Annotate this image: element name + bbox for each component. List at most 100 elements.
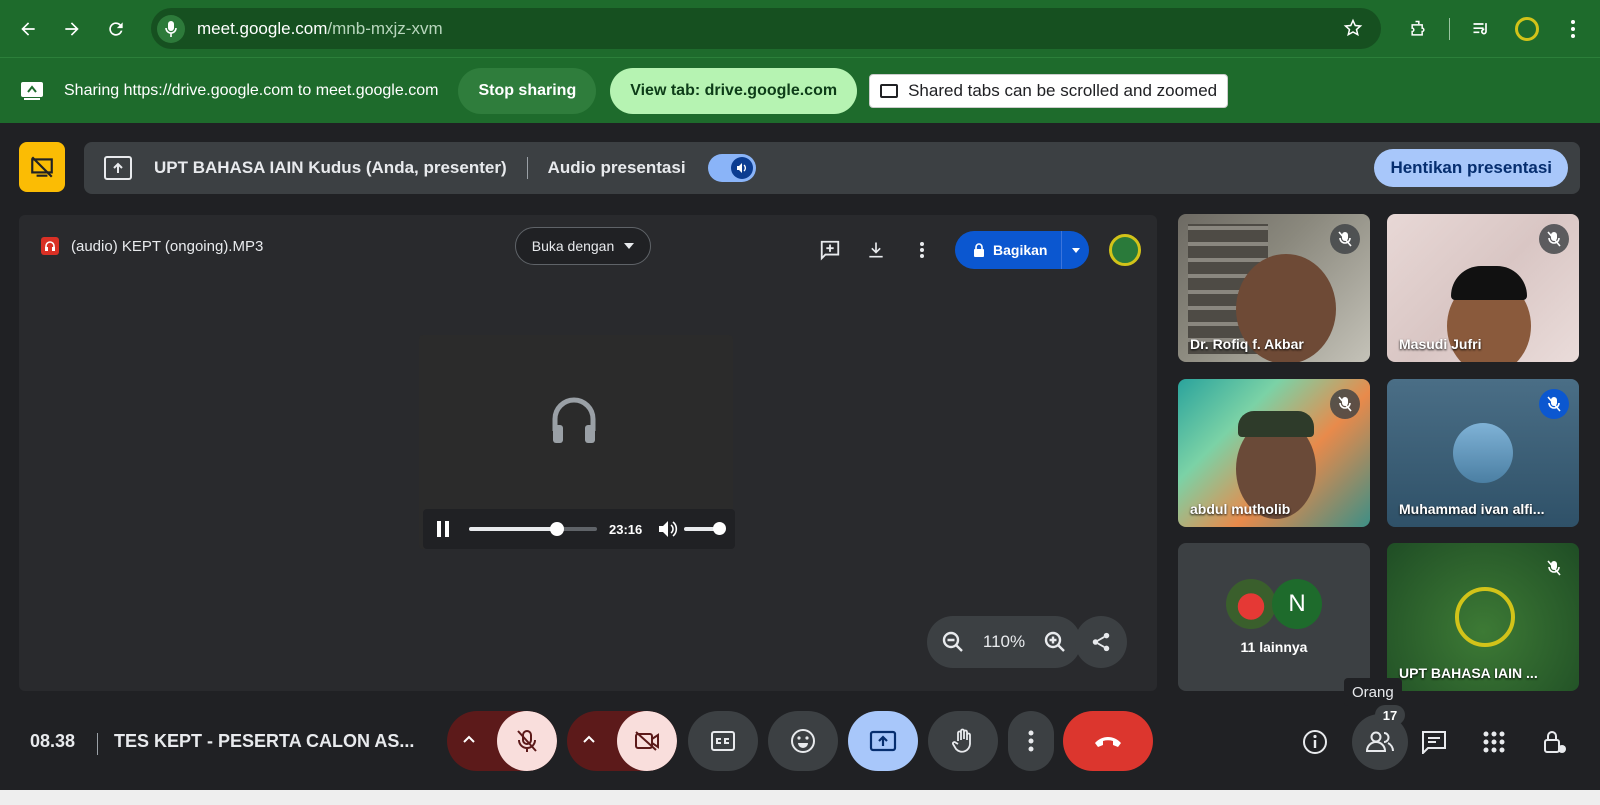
playback-time: 23:16 [609,521,643,537]
divider [97,733,98,755]
audio-file-icon [41,237,59,255]
participant-name: Dr. Rofiq f. Akbar [1190,336,1304,352]
participant-avatar [1453,423,1513,483]
mic-off-icon [1539,224,1569,254]
audio-control-group [447,711,557,771]
share-caret-icon[interactable] [1072,247,1081,253]
extensions-icon[interactable] [1395,6,1441,52]
stop-sharing-button[interactable]: Stop sharing [458,67,597,114]
emoji-icon [791,729,815,753]
mic-off-button[interactable] [497,711,557,771]
participant-tile[interactable]: UPT BAHASA IAIN ... [1387,543,1579,691]
chevron-up-icon[interactable] [461,729,477,749]
presentation-off-icon[interactable] [19,142,65,192]
others-avatars: N [1226,579,1322,629]
captions-button[interactable] [688,711,758,771]
others-tile[interactable]: N 11 lainnya [1178,543,1370,691]
audio-presentation-label: Audio presentasi [547,158,686,177]
camera-off-button[interactable] [617,711,677,771]
drive-toolbar: Bagikan [807,231,1141,269]
speaker-icon [730,157,753,179]
volume-icon[interactable] [658,520,678,538]
zoom-in-icon[interactable] [1043,630,1067,654]
shared-drive-view: (audio) KEPT (ongoing).MP3 Buka dengan B… [19,215,1157,691]
share-network-icon[interactable] [1075,616,1127,668]
stop-presenting-button[interactable]: Hentikan presentasi [1374,149,1568,187]
participant-tile[interactable]: Masudi Jufri [1387,214,1579,362]
people-count-badge: 17 [1375,705,1405,725]
participant-name: abdul mutholib [1190,501,1291,517]
sharing-message: Sharing https://drive.google.com to meet… [64,81,439,99]
presentation-row: UPT BAHASA IAIN Kudus (Anda, presenter) … [0,142,1600,194]
mic-off-icon [1330,389,1360,419]
zoom-level: 110% [982,632,1026,651]
view-tab-button[interactable]: View tab: drive.google.com [610,67,858,114]
mic-off-icon [1539,553,1569,583]
caret-down-icon [624,243,635,249]
host-controls-icon[interactable] [1533,720,1577,764]
forward-icon[interactable] [50,7,94,51]
participant-name: Muhammad ivan alfi... [1399,501,1545,517]
browser-menu-icon[interactable] [1550,6,1596,52]
lock-icon [974,243,984,257]
more-actions-icon[interactable] [899,234,945,266]
meeting-details-icon[interactable] [1293,720,1337,764]
meeting-controls-bar: 08.38 TES KEPT - PESERTA CALON AS... [0,700,1600,780]
zoom-out-icon[interactable] [941,630,965,654]
hang-up-icon [1095,737,1121,747]
present-now-button[interactable] [848,711,918,771]
open-with-dropdown[interactable]: Buka dengan [515,227,651,265]
player-controls: 23:16 [423,509,735,549]
meeting-title: TES KEPT - PESERTA CALON AS... [114,731,415,751]
more-vert-icon [1028,730,1034,752]
leave-call-button[interactable] [1063,711,1153,771]
address-bar[interactable]: meet.google.com/mnb-mxjz-xvm [151,8,1381,49]
meeting-clock: 08.38 [30,731,76,751]
profile-avatar[interactable] [1504,6,1550,52]
audio-presentation-toggle[interactable] [707,154,756,182]
present-upload-icon [104,156,132,180]
more-options-button[interactable] [1008,711,1054,771]
tab-sharing-bar: Sharing https://drive.google.com to meet… [0,57,1600,123]
raise-hand-button[interactable] [928,711,998,771]
add-comment-icon[interactable] [807,234,853,266]
volume-slider[interactable] [684,522,727,535]
screen-share-icon [21,81,43,100]
site-info-icon[interactable] [157,14,185,43]
participant-tile[interactable]: Muhammad ivan alfi... [1387,379,1579,527]
bookmark-star-icon[interactable] [1343,18,1363,38]
file-header: (audio) KEPT (ongoing).MP3 [41,237,263,255]
mic-off-icon [1330,224,1360,254]
file-name: (audio) KEPT (ongoing).MP3 [71,237,264,255]
participant-name: Masudi Jufri [1399,336,1482,352]
participant-tile[interactable]: abdul mutholib [1178,379,1370,527]
reload-icon[interactable] [94,7,138,51]
account-avatar[interactable] [1109,234,1141,266]
captions-icon [711,731,735,751]
chevron-up-icon[interactable] [581,729,597,749]
mic-off-icon [1539,389,1569,419]
chat-icon[interactable] [1412,720,1456,764]
present-icon [869,730,897,752]
back-icon[interactable] [6,7,50,51]
media-control-icon[interactable] [1458,6,1504,52]
participant-avatar [1455,587,1515,647]
participant-avatar: N [1272,579,1322,629]
headphones-icon [552,397,596,443]
scroll-zoom-note: Shared tabs can be scrolled and zoomed [869,73,1229,108]
participant-name: UPT BAHASA IAIN ... [1399,665,1538,681]
hand-icon [952,728,971,753]
zoom-control: 110% [927,616,1081,668]
seek-bar[interactable] [469,522,597,536]
mic-off-icon [517,730,537,752]
presenter-title: UPT BAHASA IAIN Kudus (Anda, presenter) [154,158,507,177]
participant-tile[interactable]: Dr. Rofiq f. Akbar [1178,214,1370,362]
activities-icon[interactable] [1472,720,1516,764]
download-icon[interactable] [853,234,899,266]
os-taskbar [0,790,1600,805]
participant-avatar [1226,579,1276,629]
share-button[interactable]: Bagikan [955,231,1089,269]
browser-actions [1395,0,1600,57]
pause-icon[interactable] [437,521,449,537]
reactions-button[interactable] [768,711,838,771]
